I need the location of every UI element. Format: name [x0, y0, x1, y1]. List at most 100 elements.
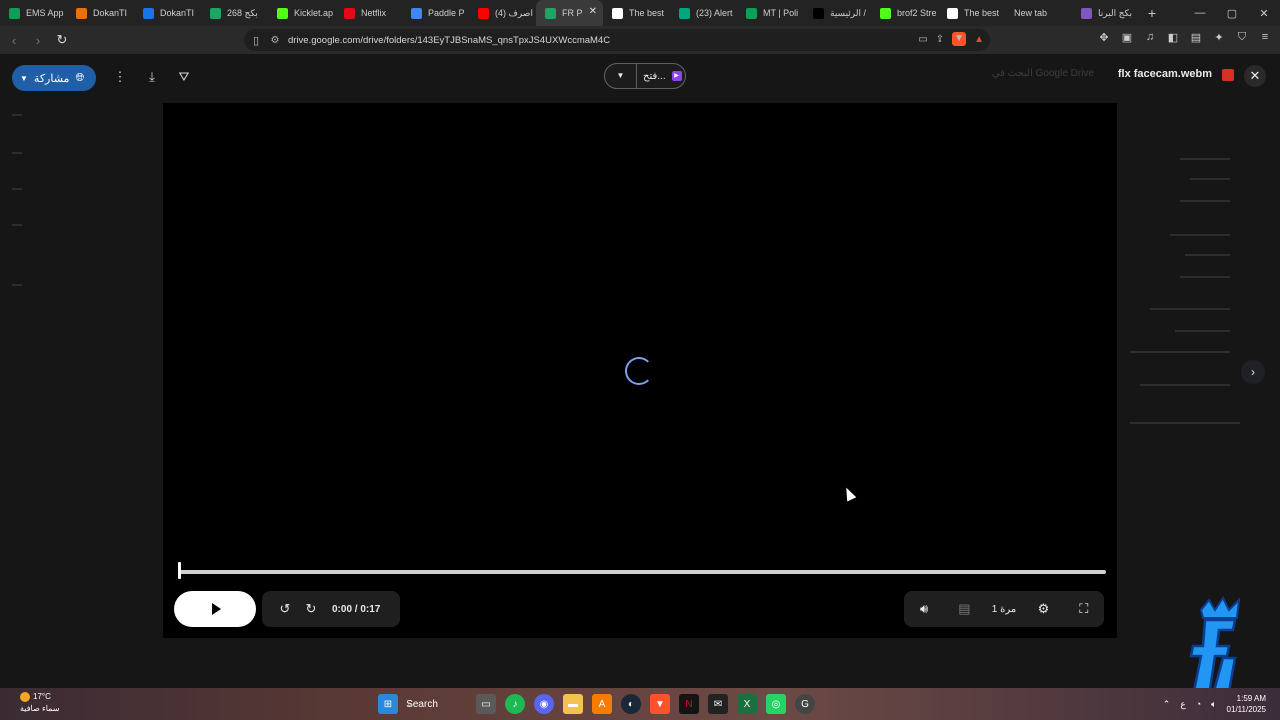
browser-tab[interactable]: EMS App [0, 0, 67, 26]
volume-icon[interactable]: 🔊︎ [911, 596, 937, 622]
weather-widget[interactable]: 17°C سماء صافية [20, 691, 60, 715]
bookmark-icon[interactable]: ▯ [246, 34, 266, 47]
browser-tab[interactable]: FR P ✕ [536, 0, 603, 26]
language-indicator[interactable]: ع [1180, 699, 1185, 710]
volume-tray-icon[interactable]: 🔈︎ [1211, 699, 1216, 710]
system-tray: ⌃ ع ◔ 🔈︎ 1:59 AM 01/11/2025 [1163, 693, 1266, 715]
play-icon [212, 603, 221, 615]
share-page-icon[interactable]: ⇪ [936, 34, 944, 45]
menu-icon[interactable]: ≡ [1258, 31, 1272, 47]
steam-icon[interactable]: ◐ [621, 694, 641, 714]
tray-overflow-icon[interactable]: ⌃ [1163, 699, 1171, 710]
close-tab-icon[interactable]: ✕ [589, 6, 597, 17]
cast-icon[interactable]: ▭ [918, 34, 927, 45]
share-button[interactable]: ▼ مشاركة 🌐︎ [12, 65, 96, 91]
playback-speed-button[interactable]: 1 مرة [992, 604, 1016, 615]
settings-gear-icon[interactable]: ⚙ [1031, 596, 1057, 622]
reload-icon[interactable]: ↻ [52, 30, 72, 50]
excel-icon[interactable]: X [737, 694, 757, 714]
forward-icon[interactable]: › [28, 30, 48, 50]
windows-taskbar: 17°C سماء صافية ⊞ ⌕ Search ▭ ♪ ◉ ▬ A ◐ ▼… [0, 688, 1280, 720]
system-clock[interactable]: 1:59 AM 01/11/2025 [1227, 693, 1266, 715]
search-label: Search [406, 698, 438, 710]
browser-tab[interactable]: DokanTI [67, 0, 134, 26]
video-player[interactable]: ↺ ↻ 0:00 / 0:17 🔊︎ ▤ 1 مرة ⚙ ⛶ [163, 103, 1117, 638]
close-window-button[interactable]: ✕ [1248, 0, 1280, 26]
captions-icon[interactable]: ▤ [951, 596, 977, 622]
browser-tab[interactable]: brof2 Stre [871, 0, 938, 26]
leo-ai-icon[interactable]: ✦ [1212, 31, 1226, 47]
browser-tab[interactable]: Kicklet.ap [268, 0, 335, 26]
capcut-icon[interactable]: ✉ [708, 694, 728, 714]
clock-time: 1:59 AM [1236, 694, 1266, 703]
app-icon [679, 7, 690, 19]
discord-icon[interactable]: ◉ [534, 694, 554, 714]
browser-tab[interactable]: Paddle P [402, 0, 469, 26]
next-file-button[interactable]: › [1241, 360, 1265, 384]
tab-label: بكج 268 [227, 7, 258, 18]
browser-tab[interactable]: MT | Poli [737, 0, 804, 26]
add-shortcut-to-drive-icon[interactable]: ⛛ [174, 67, 194, 87]
wifi-icon[interactable]: ◔ [1196, 699, 1201, 709]
docs-icon [1081, 7, 1092, 19]
vpn-icon[interactable]: ⛉ [1235, 31, 1249, 47]
sheets-icon [9, 7, 20, 19]
sidebar-icon[interactable]: ◧ [1166, 31, 1180, 47]
chevron-down-icon[interactable]: ▼ [605, 64, 637, 88]
play-button[interactable] [174, 591, 256, 627]
forward-10-icon[interactable]: ↻ [298, 596, 324, 622]
tab-label: Paddle P [428, 8, 465, 18]
extension-icon[interactable]: ✥ [1097, 31, 1111, 47]
brave-rewards-icon[interactable]: ▲ [974, 34, 984, 45]
dokan-icon [143, 7, 154, 19]
browser-tab[interactable]: Netflix [335, 0, 402, 26]
tab-label: (23) Alert [696, 8, 733, 18]
browser-tab[interactable]: الرئيسية / [804, 0, 871, 26]
back-icon[interactable]: ‹ [4, 30, 24, 50]
chrome-icon[interactable]: G [795, 694, 815, 714]
new-tab-button[interactable]: + [1139, 5, 1165, 21]
close-preview-button[interactable]: ✕ [1244, 65, 1266, 87]
app-icon[interactable]: A [592, 694, 612, 714]
wallet-icon[interactable]: ▣ [1120, 31, 1134, 47]
loading-spinner-icon [625, 357, 653, 385]
time-display: 0:00 / 0:17 [332, 603, 381, 615]
spotify-icon[interactable]: ♪ [505, 694, 525, 714]
browser-tab[interactable]: (4) اصرف [469, 0, 536, 26]
browser-tab[interactable]: بكج 268 [201, 0, 268, 26]
maximize-button[interactable]: ▢ [1216, 0, 1248, 26]
task-view-icon[interactable]: ▭ [476, 694, 496, 714]
browser-tab[interactable]: DokanTI [134, 0, 201, 26]
brave-browser-icon[interactable]: ▼ [650, 694, 670, 714]
browser-tab[interactable]: New tab [1005, 0, 1072, 26]
more-options-icon[interactable]: ⋮ [110, 67, 130, 87]
site-settings-icon[interactable]: ⚙ [266, 35, 284, 46]
browser-tab-strip: EMS App DokanTI DokanTI بكج 268 Kicklet.ap Ne… [0, 0, 1280, 26]
open-with-button[interactable]: ▼ فتح... ▶ [604, 63, 686, 89]
video-file-icon [1222, 69, 1234, 81]
download-icon[interactable]: ⤓ [142, 67, 162, 87]
rewind-10-icon[interactable]: ↺ [272, 596, 298, 622]
windows-start-icon[interactable]: ⊞ [378, 694, 398, 714]
seek-bar[interactable] [180, 570, 1106, 574]
wallet-card-icon[interactable]: ▤ [1189, 31, 1203, 47]
minimize-button[interactable]: — [1184, 0, 1216, 26]
fullscreen-icon[interactable]: ⛶ [1071, 596, 1097, 622]
browser-tab[interactable]: بكج البرنا [1072, 0, 1139, 26]
browser-tab[interactable]: The best [938, 0, 1005, 26]
whatsapp-icon[interactable]: ◎ [766, 694, 786, 714]
address-bar[interactable]: ▯ ⚙ drive.google.com/drive/folders/143Ey… [244, 29, 990, 51]
url-text[interactable]: drive.google.com/drive/folders/143EyTJBS… [288, 35, 610, 46]
music-icon[interactable]: ♫ [1143, 31, 1157, 47]
netflix-icon[interactable]: N [679, 694, 699, 714]
search-input[interactable]: البحث في Google Drive [992, 68, 1094, 79]
browser-tab[interactable]: (23) Alert [670, 0, 737, 26]
brave-shields-icon[interactable]: ▼ [952, 32, 967, 46]
taskbar-search[interactable]: ⌕ Search [406, 694, 467, 714]
tab-label: بكج البرنا [1098, 7, 1132, 18]
temperature: 17°C [33, 692, 51, 701]
tab-label: Netflix [361, 8, 387, 18]
seek-handle[interactable] [178, 562, 181, 579]
browser-tab[interactable]: The best [603, 0, 670, 26]
file-explorer-icon[interactable]: ▬ [563, 694, 583, 714]
